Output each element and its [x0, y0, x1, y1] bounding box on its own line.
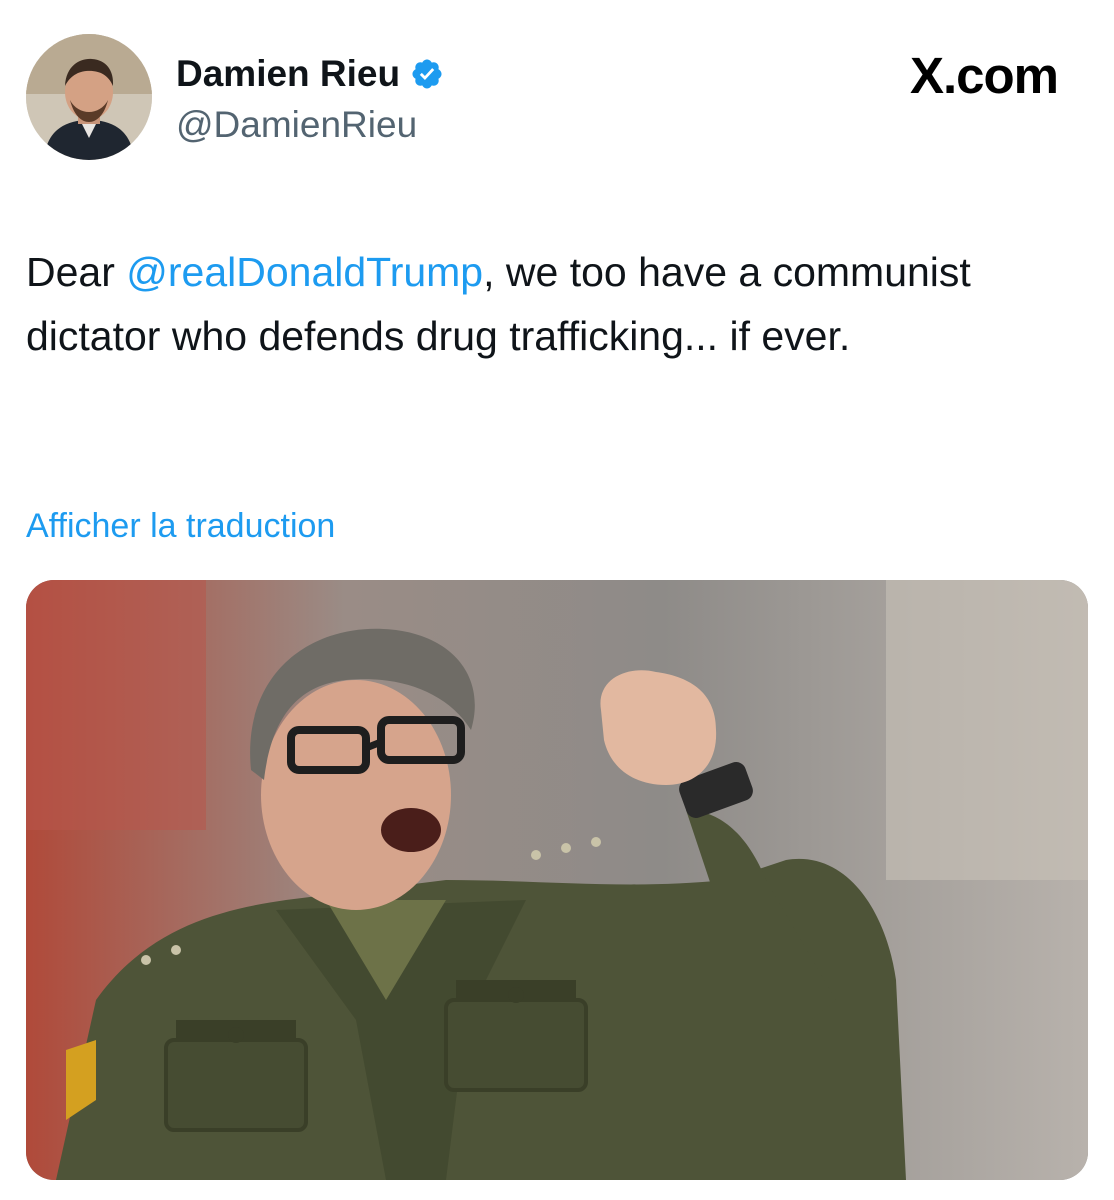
verified-badge-icon	[410, 57, 444, 91]
photo-military-man-icon	[26, 580, 1088, 1180]
tweet-text: Dear @realDonaldTrump, we too have a com…	[26, 240, 1076, 368]
author-avatar[interactable]	[26, 34, 152, 160]
author-display-name[interactable]: Damien Rieu	[176, 54, 400, 94]
brand-label: X.com	[909, 47, 1059, 104]
avatar-photo-icon	[26, 34, 152, 160]
mention-link[interactable]: @realDonaldTrump	[126, 249, 483, 295]
translate-link[interactable]: Afficher la traduction	[26, 506, 335, 546]
author-name[interactable]: Damien Rieu	[176, 54, 444, 94]
author-handle[interactable]: @DamienRieu	[176, 105, 417, 145]
tweet-text-before: Dear	[26, 249, 127, 295]
tweet-media-image[interactable]	[26, 580, 1088, 1180]
